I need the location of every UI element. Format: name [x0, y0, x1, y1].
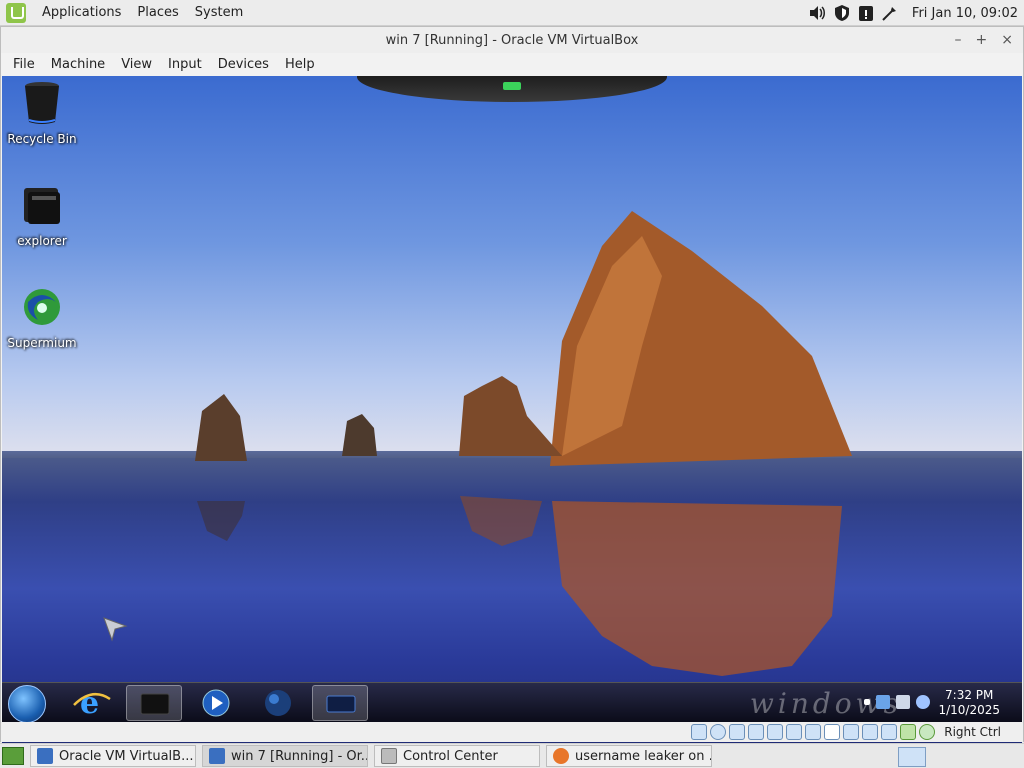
folder-stack-icon	[24, 188, 60, 224]
optical-drive-icon[interactable]	[710, 724, 727, 740]
globe-icon	[265, 690, 291, 716]
svg-text:e: e	[80, 686, 99, 721]
desktop-icon-supermium[interactable]: Supermium	[4, 284, 80, 350]
guest-clock-date: 1/10/2025	[938, 703, 1000, 717]
top-menu: Applications Places System	[34, 5, 251, 20]
taskbar-globe[interactable]	[250, 685, 306, 721]
mouse-pointer-icon	[103, 617, 128, 642]
workspace-switcher[interactable]	[898, 747, 926, 767]
wallpaper-rocks	[195, 211, 852, 676]
monitor-icon[interactable]	[896, 695, 910, 709]
virtualbox-window: win 7 [Running] - Oracle VM VirtualBox –…	[0, 26, 1024, 748]
control-center-icon	[381, 748, 397, 764]
show-desktop-button[interactable]	[2, 747, 24, 765]
shared-folders-icon[interactable]	[786, 724, 803, 740]
menu-applications[interactable]: Applications	[34, 5, 129, 20]
top-panel: Applications Places System Fri Jan 10, 0…	[0, 0, 1024, 26]
network-adapter-icon[interactable]	[748, 724, 765, 740]
mint-logo-icon[interactable]	[6, 2, 26, 23]
cpu-icon[interactable]	[843, 724, 860, 740]
host-key-label[interactable]: Right Ctrl	[944, 725, 1001, 739]
media-player-icon	[202, 689, 230, 717]
guest-screen[interactable]: Recycle Bin explorer Supermium e windows…	[2, 76, 1022, 748]
menu-machine[interactable]: Machine	[43, 57, 113, 72]
task-label: Oracle VM VirtualB...	[59, 748, 194, 764]
menu-input[interactable]: Input	[160, 57, 210, 72]
virtualbox-icon	[209, 748, 225, 764]
task-oracle-vm[interactable]: Oracle VM VirtualB...	[30, 745, 196, 767]
recycle-bin-icon	[25, 82, 59, 124]
explorer-icon	[140, 693, 170, 715]
taskbar-explorer[interactable]	[126, 685, 182, 721]
clipboard-alert-icon[interactable]	[856, 3, 876, 23]
show-hidden-icon[interactable]	[864, 699, 870, 705]
bottom-panel: Oracle VM VirtualB... win 7 [Running] - …	[0, 743, 1024, 768]
flag-icon[interactable]	[876, 695, 890, 709]
shield-icon[interactable]	[832, 3, 852, 23]
taskbar-internet-explorer[interactable]: e	[64, 685, 120, 721]
task-win7-running[interactable]: win 7 [Running] - Or...	[202, 745, 368, 767]
vbox-statusbar: Right Ctrl	[1, 722, 1023, 742]
volume-icon[interactable]	[808, 3, 828, 23]
taskbar-media-player[interactable]	[188, 685, 244, 721]
window-titlebar[interactable]: win 7 [Running] - Oracle VM VirtualBox –…	[1, 27, 1023, 53]
display-icon[interactable]	[805, 724, 822, 740]
menu-system[interactable]: System	[187, 5, 251, 20]
start-button[interactable]	[8, 685, 46, 723]
vbox-menubar: File Machine View Input Devices Help	[1, 53, 1023, 75]
guest-taskbar: e windows 7:32 PM 1/10/2025	[2, 682, 1022, 723]
desktop-icon-explorer[interactable]: explorer	[4, 182, 80, 248]
guest-tray	[864, 695, 930, 709]
hard-disk-icon[interactable]	[691, 724, 708, 740]
firefox-icon	[553, 748, 569, 764]
volume-icon[interactable]	[916, 695, 930, 709]
menu-devices[interactable]: Devices	[210, 57, 277, 72]
desktop-icon-label: explorer	[17, 234, 67, 248]
recording-icon[interactable]	[824, 724, 841, 740]
virtualbox-icon	[326, 695, 356, 713]
window-title: win 7 [Running] - Oracle VM VirtualBox	[385, 32, 639, 48]
task-label: username leaker on ...	[575, 748, 712, 764]
desktop-icon-recycle-bin[interactable]: Recycle Bin	[4, 80, 80, 146]
menu-places[interactable]: Places	[129, 5, 186, 20]
close-button[interactable]: ×	[1001, 32, 1013, 48]
host-key-icon[interactable]	[919, 724, 936, 740]
vm-indicator-icon	[503, 82, 521, 90]
network-icon[interactable]	[880, 3, 900, 23]
menu-help[interactable]: Help	[277, 57, 323, 72]
virtualbox-icon	[37, 748, 53, 764]
desktop-icon-label: Supermium	[7, 336, 77, 350]
audio-icon[interactable]	[729, 724, 746, 740]
taskbar-virtualbox[interactable]	[312, 685, 368, 721]
task-control-center[interactable]: Control Center	[374, 745, 540, 767]
guest-clock-time: 7:32 PM	[945, 688, 994, 702]
task-firefox[interactable]: username leaker on ...	[546, 745, 712, 767]
menu-file[interactable]: File	[5, 57, 43, 72]
usb-icon[interactable]	[767, 724, 784, 740]
top-clock[interactable]: Fri Jan 10, 09:02	[912, 6, 1018, 21]
menu-view[interactable]: View	[113, 57, 160, 72]
minimize-button[interactable]: –	[955, 32, 962, 48]
browser-swirl-icon	[24, 289, 60, 325]
task-label: Control Center	[403, 748, 498, 764]
maximize-button[interactable]: +	[976, 32, 988, 48]
internet-explorer-icon: e	[73, 686, 111, 721]
window-controls: – + ×	[955, 27, 1013, 53]
mouse-integration-icon[interactable]	[881, 724, 898, 740]
desktop-icon-label: Recycle Bin	[7, 132, 77, 146]
guest-additions-icon[interactable]	[862, 724, 879, 740]
task-label: win 7 [Running] - Or...	[231, 748, 368, 764]
keyboard-capture-icon[interactable]	[900, 724, 917, 740]
guest-clock[interactable]: 7:32 PM 1/10/2025	[938, 688, 1000, 718]
system-tray: Fri Jan 10, 09:02	[808, 0, 1024, 26]
